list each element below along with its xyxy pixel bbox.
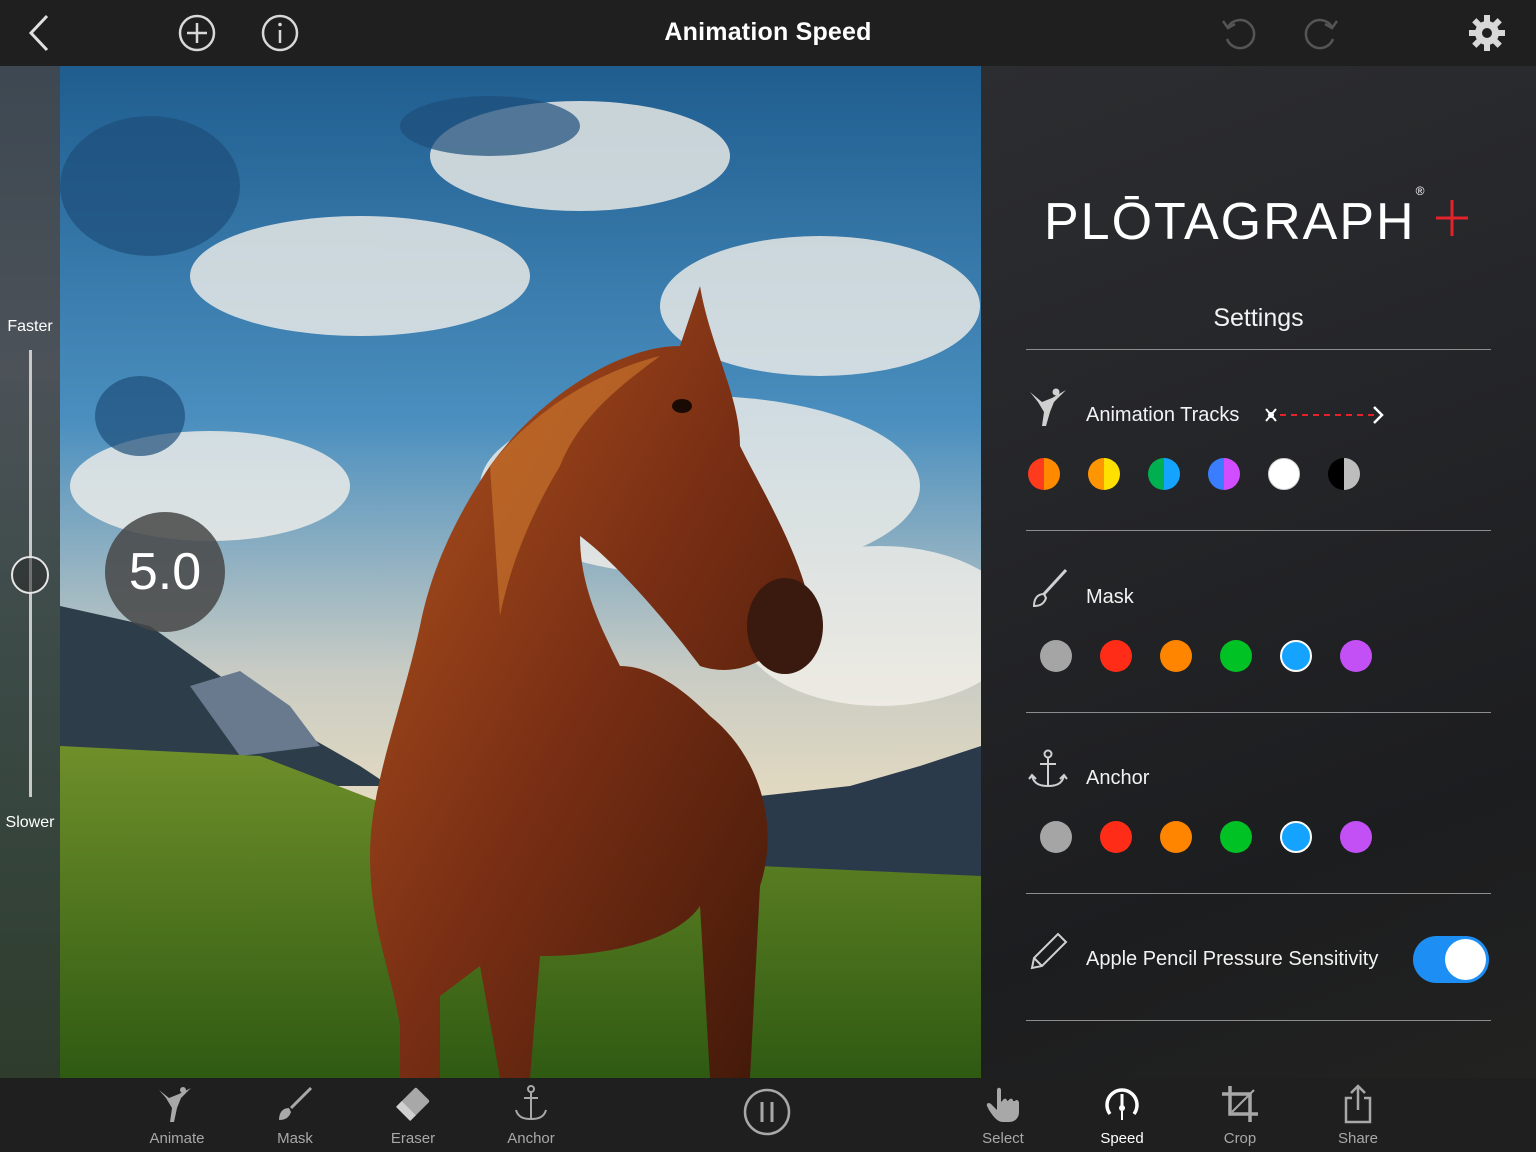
dashed-arrow-icon xyxy=(1265,406,1384,424)
slower-label: Slower xyxy=(5,814,55,831)
track-color-orange-yellow[interactable] xyxy=(1088,458,1120,490)
dancer-icon xyxy=(1030,388,1066,426)
anchor-color-green[interactable] xyxy=(1220,821,1252,853)
tool-mask[interactable]: Mask xyxy=(245,1078,345,1152)
tool-crop-label: Crop xyxy=(1223,1130,1257,1147)
mask-color-red[interactable] xyxy=(1100,640,1132,672)
tool-select[interactable]: Select xyxy=(953,1078,1053,1152)
speed-slider-knob[interactable] xyxy=(11,556,49,594)
divider xyxy=(1026,712,1491,713)
pause-icon[interactable] xyxy=(743,1088,791,1136)
speed-value-bubble: 5.0 xyxy=(105,512,225,632)
plus-icon xyxy=(1436,200,1468,236)
tool-crop[interactable]: Crop xyxy=(1190,1078,1290,1152)
tool-share[interactable]: Share xyxy=(1308,1078,1408,1152)
crop-icon xyxy=(1222,1086,1258,1122)
mask-color-orange[interactable] xyxy=(1160,640,1192,672)
tool-mask-label: Mask xyxy=(277,1130,313,1147)
faster-label: Faster xyxy=(7,318,53,335)
anchor-color-orange[interactable] xyxy=(1160,821,1192,853)
mask-color-blue[interactable] xyxy=(1280,640,1312,672)
tool-eraser-label: Eraser xyxy=(390,1130,436,1147)
mask-color-green[interactable] xyxy=(1220,640,1252,672)
anchor-color-red[interactable] xyxy=(1100,821,1132,853)
mask-color-purple[interactable] xyxy=(1340,640,1372,672)
tool-eraser[interactable]: Eraser xyxy=(363,1078,463,1152)
dancer-icon xyxy=(159,1087,191,1122)
eraser-icon xyxy=(396,1087,430,1121)
mask-color-gray[interactable] xyxy=(1040,640,1072,672)
mask-label: Mask xyxy=(1086,586,1134,608)
divider xyxy=(1026,349,1491,350)
tool-animate[interactable]: Animate xyxy=(127,1078,227,1152)
logo-registered-mark: ® xyxy=(1415,183,1427,198)
tool-anchor[interactable]: Anchor xyxy=(481,1078,581,1152)
anchor-color-purple[interactable] xyxy=(1340,821,1372,853)
anchor-label: Anchor xyxy=(1086,767,1150,789)
pencil-icon xyxy=(1030,932,1068,970)
divider xyxy=(1026,1020,1491,1021)
app-logo: PLŌTAGRAPH® xyxy=(1044,184,1426,252)
anchor-color-gray[interactable] xyxy=(1040,821,1072,853)
anchor-icon xyxy=(515,1085,547,1121)
redo-icon[interactable] xyxy=(1297,9,1345,57)
animation-tracks-label: Animation Tracks xyxy=(1086,404,1240,426)
track-color-black-gray[interactable] xyxy=(1328,458,1360,490)
divider xyxy=(1026,893,1491,894)
brush-icon xyxy=(1032,568,1068,608)
hand-pointer-icon xyxy=(986,1087,1019,1122)
anchor-color-blue[interactable] xyxy=(1280,821,1312,853)
divider xyxy=(1026,530,1491,531)
track-color-red-orange[interactable] xyxy=(1028,458,1060,490)
pencil-pressure-toggle[interactable] xyxy=(1413,936,1489,983)
top-bar: Animation Speed xyxy=(0,0,1536,66)
speedometer-icon xyxy=(1105,1088,1139,1120)
tool-speed-label: Speed xyxy=(1100,1130,1144,1147)
brush-icon xyxy=(279,1086,313,1120)
logo-text: PLŌTAGRAPH xyxy=(1044,193,1416,251)
tool-share-label: Share xyxy=(1337,1130,1379,1147)
settings-heading: Settings xyxy=(1213,304,1304,332)
track-color-white[interactable] xyxy=(1268,458,1300,490)
track-color-blue-purple[interactable] xyxy=(1208,458,1240,490)
tool-speed[interactable]: Speed xyxy=(1072,1078,1172,1152)
anchor-icon xyxy=(1028,749,1068,788)
tool-animate-label: Animate xyxy=(149,1130,205,1147)
undo-icon[interactable] xyxy=(1215,9,1263,57)
track-color-green-blue[interactable] xyxy=(1148,458,1180,490)
tool-select-label: Select xyxy=(982,1130,1024,1147)
tool-anchor-label: Anchor xyxy=(507,1130,555,1147)
gear-icon[interactable] xyxy=(1463,9,1511,57)
pencil-pressure-label: Apple Pencil Pressure Sensitivity xyxy=(1086,948,1379,970)
share-icon xyxy=(1344,1084,1372,1124)
toggle-thumb xyxy=(1445,939,1486,980)
photo-canvas[interactable]: 5.0 xyxy=(60,66,981,1078)
